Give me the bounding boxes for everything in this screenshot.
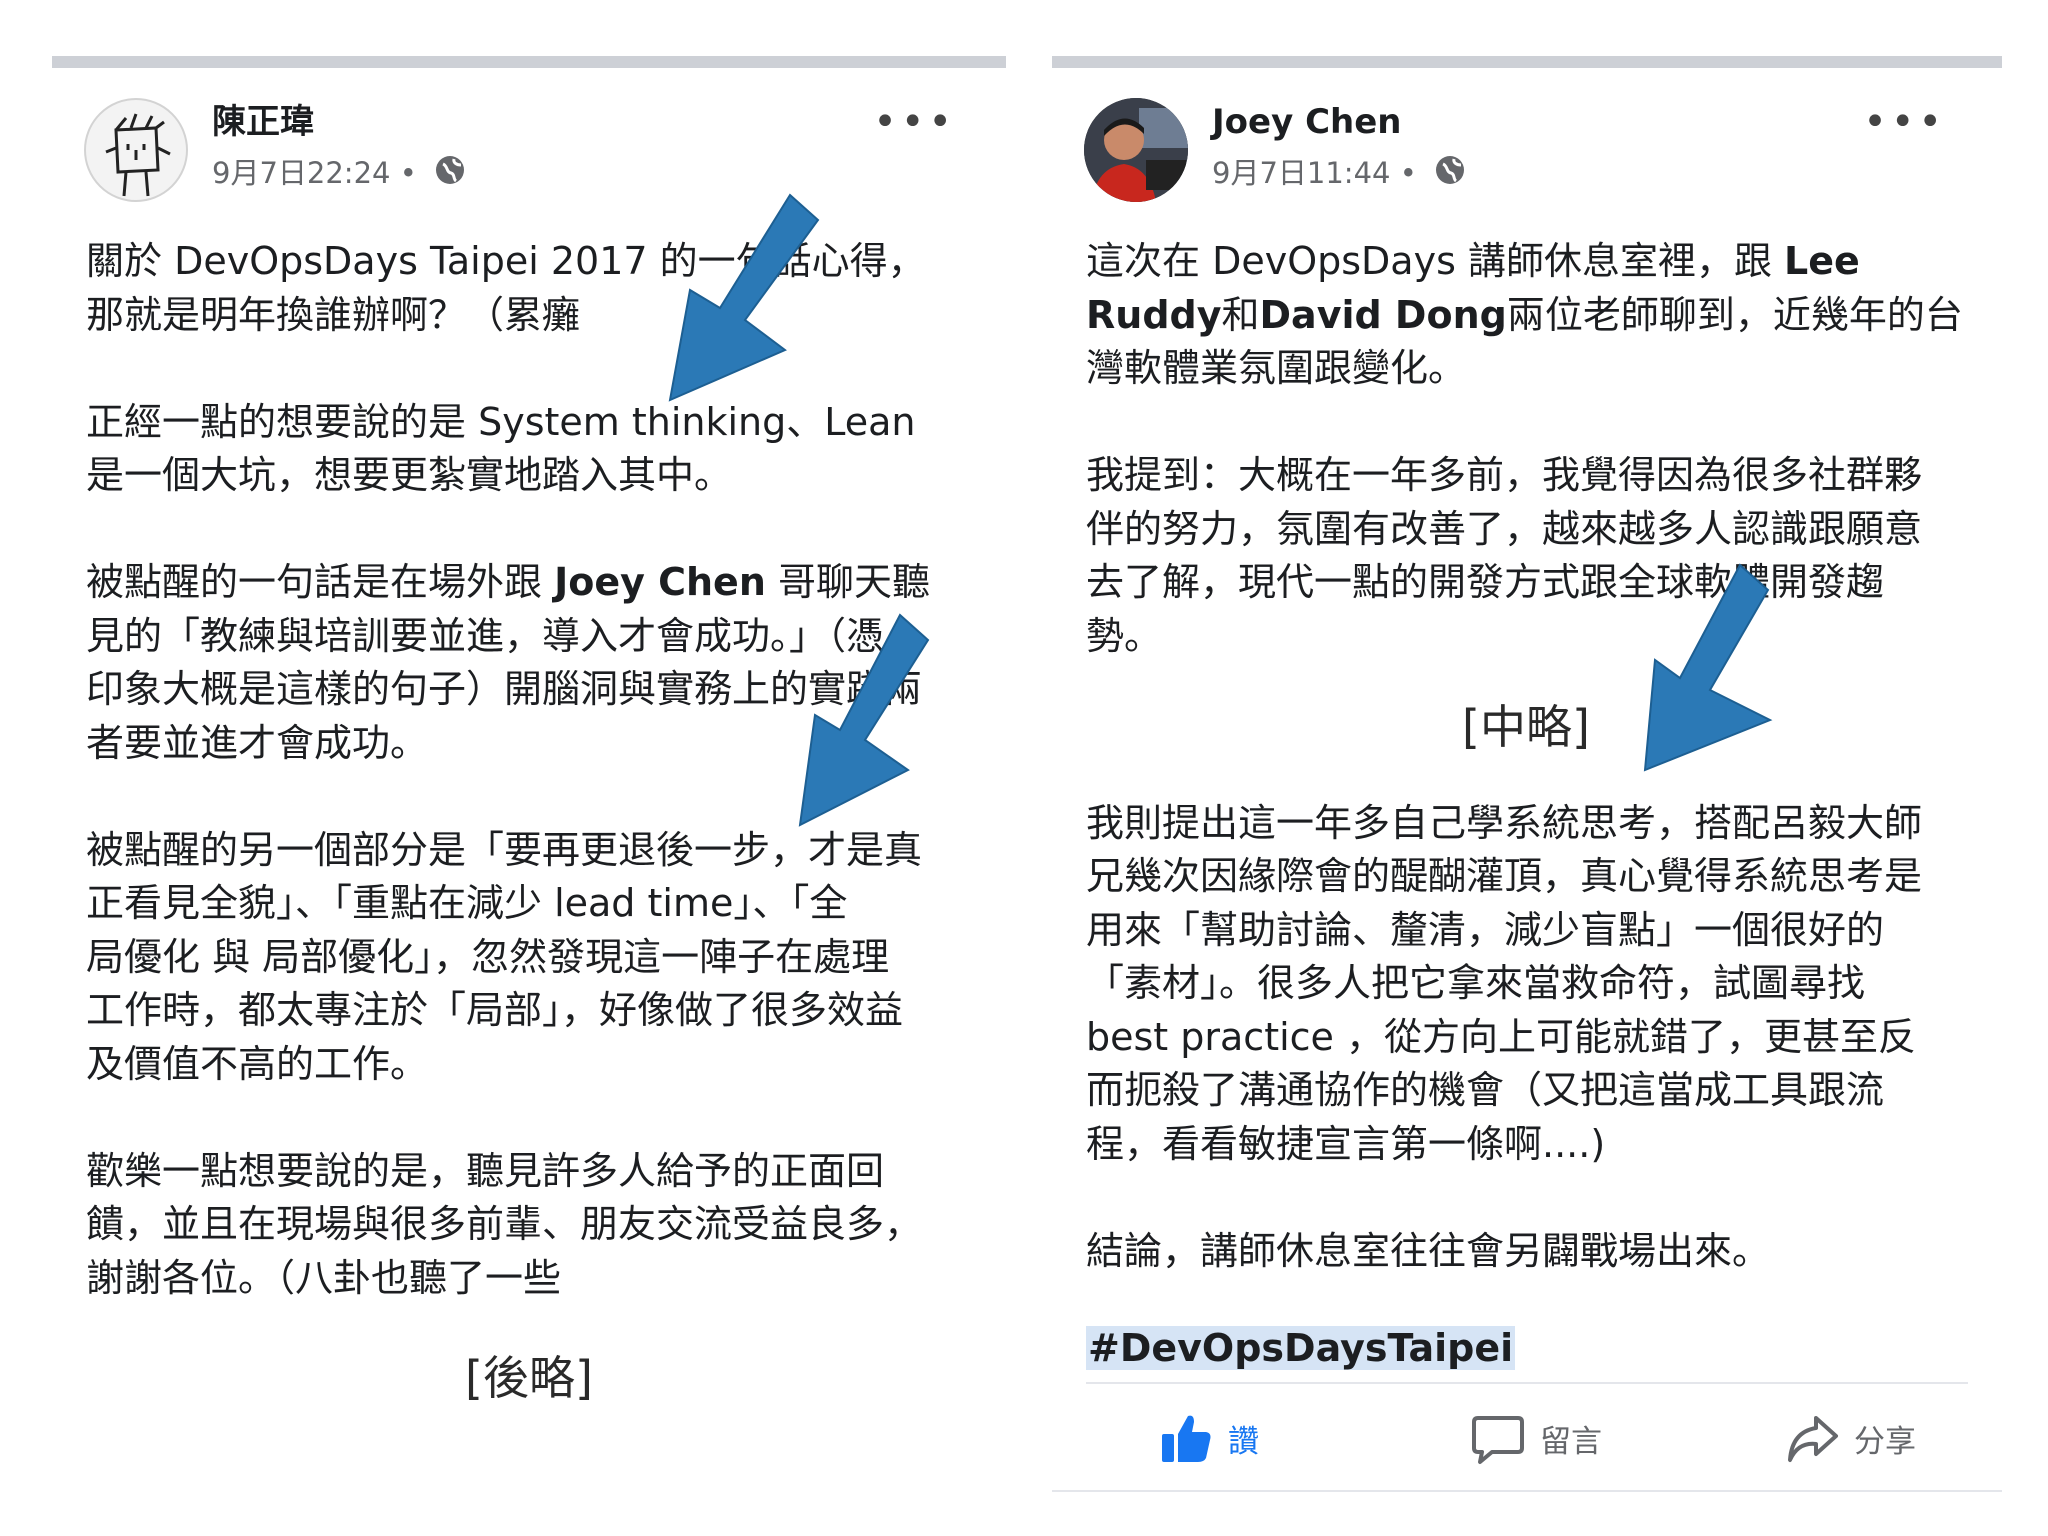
meta-separator: •: [1399, 156, 1417, 190]
more-options-icon[interactable]: •••: [1863, 102, 1946, 142]
post-top-divider: [1052, 56, 2002, 68]
thumbs-up-icon: [1162, 1415, 1211, 1462]
author-name[interactable]: 陳正瑋: [212, 98, 314, 146]
post-body: 這次在 DevOpsDays 講師休息室裡，跟 Lee Ruddy和David …: [1086, 235, 1966, 1429]
left-post: 陳正瑋 9月7日22:24 • ••• 關於 DevOpsDays Taipei…: [52, 52, 1006, 1492]
paragraph-1: 這次在 DevOpsDays 講師休息室裡，跟 Lee Ruddy和David …: [1086, 235, 1966, 396]
post-meta: 9月7日11:44 •: [1212, 152, 1466, 197]
text-line: 我則提出這一年多自己學系統思考，搭配呂毅大師: [1086, 800, 1923, 845]
comment-bubble-icon: [1472, 1416, 1524, 1464]
text-line: 灣軟體業氛圍跟變化。: [1086, 346, 1467, 390]
paragraph-1: 關於 DevOpsDays Taipei 2017 的一句話心得， 那就是明年換…: [86, 235, 986, 342]
text-line: 兩位老師聊到，近幾年的台: [1506, 292, 1963, 337]
text-line: best practice ，從方向上可能就錯了，更甚至反: [1086, 1014, 1917, 1059]
text-line: 及價值不高的工作。: [86, 1041, 429, 1086]
text-line: 正經一點的想要說的是 System thinking、Lean: [86, 399, 916, 444]
text-line: 勢。: [1086, 613, 1163, 658]
post-meta: 9月7日22:24 •: [212, 152, 466, 197]
text-line: 正看見全貌」、「重點在減少 lead time」、「全: [86, 881, 848, 925]
elided-marker: [中略]: [1462, 699, 1590, 754]
mention-link[interactable]: Lee: [1784, 239, 1860, 283]
author-avatar[interactable]: [84, 98, 188, 202]
share-arrow-icon: [1788, 1416, 1838, 1462]
sketch-avatar-icon: [105, 113, 171, 197]
text-line: 和: [1221, 292, 1260, 337]
text-line: 謝謝各位。（八卦也聽了一些: [86, 1255, 562, 1300]
text-line: 饋，並且在現場與很多前輩、朋友交流受益良多，: [86, 1202, 923, 1246]
post-top-divider: [52, 56, 1006, 68]
text-line: 被點醒的一句話是在場外跟: [86, 560, 555, 604]
comment-button[interactable]: 留言: [1470, 1410, 1602, 1466]
post-bottom-divider: [1052, 1490, 2002, 1492]
like-button[interactable]: 讚: [1158, 1410, 1259, 1466]
paragraph-4: 結論，講師休息室往往會另闢戰場出來。: [1086, 1228, 1771, 1273]
text-line: 被點醒的另一個部分是「要再更退後一步，才是真: [86, 827, 923, 872]
text-line: 關於 DevOpsDays Taipei 2017 的一句話心得，: [86, 239, 926, 283]
author-name[interactable]: Joey Chen: [1212, 98, 1402, 146]
text-line: 我提到：大概在一年多前，我覺得因為很多社群夥: [1086, 453, 1923, 497]
paragraph-5: 歡樂一點想要說的是，聽見許多人給予的正面回 饋，並且在現場與很多前輩、朋友交流受…: [86, 1145, 986, 1306]
profile-photo-icon: [1084, 98, 1188, 202]
text-line: 伴的努力，氛圍有改善了，越來越多人認識跟願意: [1086, 506, 1923, 551]
text-line: 程，看看敏捷宣言第一條啊....): [1086, 1121, 1606, 1166]
paragraph-3: 被點醒的一句話是在場外跟 Joey Chen 哥聊天聽 見的「教練與培訓要並進，…: [86, 556, 986, 770]
post-timestamp[interactable]: 9月7日22:24: [212, 156, 390, 190]
hashtag-link[interactable]: #DevOpsDaysTaipei: [1086, 1325, 1516, 1370]
post-timestamp[interactable]: 9月7日11:44: [1212, 156, 1390, 190]
meta-separator: •: [399, 156, 417, 190]
text-line: 者要並進才會成功。: [86, 720, 429, 765]
text-line: 用來「幫助討論、釐清，減少盲點」一個很好的: [1086, 907, 1885, 952]
text-line: 局優化 與 局部優化」，忽然發現這一陣子在處理: [86, 934, 890, 979]
paragraph-2: 我提到：大概在一年多前，我覺得因為很多社群夥 伴的努力，氛圍有改善了，越來越多人…: [1086, 449, 1966, 663]
right-post: Joey Chen 9月7日11:44 • ••• 這次在 DevOpsDays…: [1052, 52, 2002, 1492]
share-label: 分享: [1854, 1423, 1916, 1460]
text-line: 那就是明年換誰辦啊？（累癱: [86, 292, 581, 337]
mention-link[interactable]: Joey Chen: [554, 560, 766, 604]
text-line: 兄幾次因緣際會的醍醐灌頂，真心覺得系統思考是: [1086, 854, 1923, 898]
like-label: 讚: [1228, 1423, 1259, 1460]
author-avatar[interactable]: [1084, 98, 1188, 202]
text-line: 工作時，都太專注於「局部」，好像做了很多效益: [86, 988, 904, 1032]
globe-icon: [434, 154, 466, 197]
paragraph-3: 我則提出這一年多自己學系統思考，搭配呂毅大師 兄幾次因緣際會的醍醐灌頂，真心覺得…: [1086, 797, 1966, 1172]
text-line: 見的「教練與培訓要並進，導入才會成功。」（憑: [86, 613, 885, 658]
text-line: 「素材」。很多人把它拿來當救命符，試圖尋找: [1086, 961, 1866, 1005]
paragraph-2: 正經一點的想要說的是 System thinking、Lean 是一個大坑，想要…: [86, 396, 986, 503]
comment-label: 留言: [1540, 1423, 1602, 1460]
hashtag-line: #DevOpsDaysTaipei: [1086, 1322, 1966, 1376]
text-line: 歡樂一點想要說的是，聽見許多人給予的正面回: [86, 1148, 885, 1193]
elided-marker: [後略]: [465, 1351, 593, 1405]
post-body: 關於 DevOpsDays Taipei 2017 的一句話心得， 那就是明年換…: [86, 235, 986, 1359]
mention-link[interactable]: Ruddy: [1086, 293, 1222, 337]
paragraph-4: 被點醒的另一個部分是「要再更退後一步，才是真 正看見全貌」、「重點在減少 lea…: [86, 824, 986, 1092]
text-line: 而扼殺了溝通協作的機會（又把這當成工具跟流: [1086, 1068, 1885, 1112]
share-button[interactable]: 分享: [1784, 1410, 1916, 1466]
text-line: 印象大概是這樣的句子）開腦洞與實務上的實踐兩: [86, 667, 923, 711]
globe-icon: [1434, 154, 1466, 197]
post-action-bar: 讚 留言 分享: [1086, 1382, 1968, 1494]
text-line: 這次在 DevOpsDays 講師休息室裡，跟: [1086, 239, 1785, 283]
text-line: 哥聊天聽: [765, 560, 930, 604]
more-options-icon[interactable]: •••: [873, 102, 956, 142]
text-line: 是一個大坑，想要更紮實地踏入其中。: [86, 453, 733, 497]
text-line: 去了解，現代一點的開發方式跟全球軟體開發趨: [1086, 560, 1885, 604]
mention-link[interactable]: David Dong: [1260, 293, 1507, 337]
